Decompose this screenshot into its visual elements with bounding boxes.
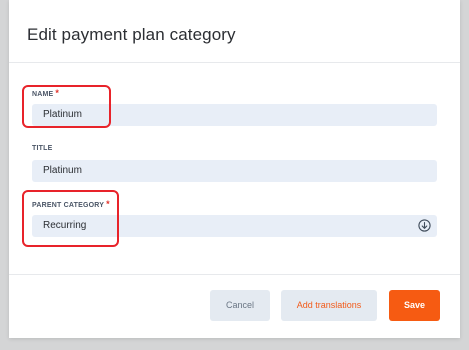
- title-input-value: Platinum: [43, 165, 82, 176]
- name-input[interactable]: Platinum: [32, 104, 437, 126]
- parent-category-value: Recurring: [43, 220, 87, 231]
- required-mark: *: [106, 199, 110, 209]
- required-mark: *: [55, 88, 60, 98]
- save-button[interactable]: Save: [389, 290, 440, 321]
- name-label: NAME *: [32, 88, 59, 98]
- cancel-button[interactable]: Cancel: [210, 290, 270, 321]
- title-label: TITLE: [32, 145, 53, 152]
- footer-divider: [9, 274, 460, 275]
- parent-category-label: PARENT CATEGORY *: [32, 199, 110, 209]
- dialog-title: Edit payment plan category: [27, 25, 236, 44]
- add-translations-button[interactable]: Add translations: [281, 290, 377, 321]
- name-label-text: NAME: [32, 91, 54, 98]
- chevron-down-circle-icon[interactable]: [418, 219, 431, 232]
- parent-category-select[interactable]: Recurring: [32, 215, 437, 237]
- parent-category-label-text: PARENT CATEGORY: [32, 202, 105, 209]
- edit-category-dialog: Edit payment plan category NAME * Platinu…: [9, 0, 460, 338]
- name-input-value: Platinum: [43, 109, 82, 120]
- title-input[interactable]: Platinum: [32, 160, 437, 182]
- header-divider: [9, 62, 460, 63]
